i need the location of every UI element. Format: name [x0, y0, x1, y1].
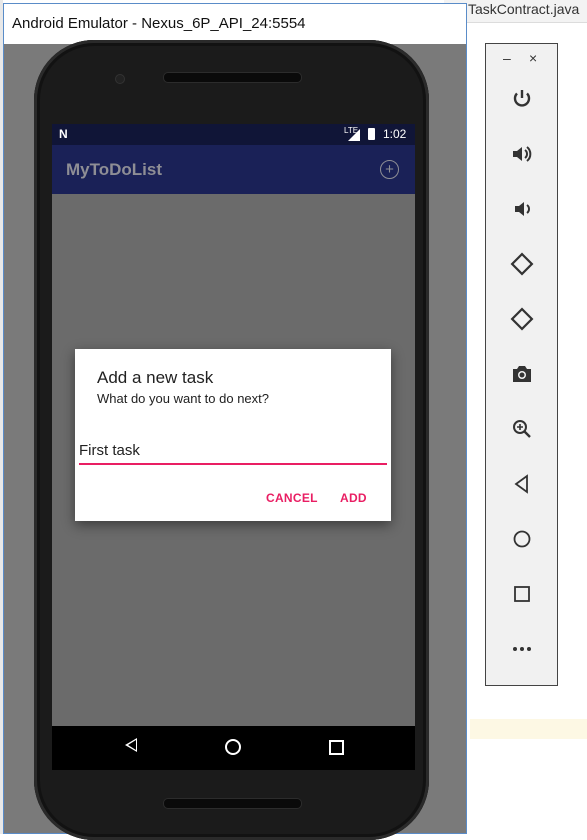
camera-icon[interactable]	[502, 356, 542, 392]
home-icon[interactable]	[502, 521, 542, 557]
rotate-right-icon[interactable]	[502, 301, 542, 337]
status-bar: N LTE 1:02	[52, 124, 415, 145]
notification-n-icon: N	[59, 127, 68, 141]
nav-back-icon[interactable]	[125, 738, 137, 752]
cancel-button[interactable]: CANCEL	[266, 491, 318, 505]
add-task-dialog: Add a new task What do you want to do ne…	[75, 349, 391, 521]
emulator-titlebar[interactable]: Android Emulator - Nexus_6P_API_24:5554	[4, 4, 466, 44]
more-icon[interactable]	[502, 631, 542, 667]
emulator-title: Android Emulator - Nexus_6P_API_24:5554	[12, 15, 306, 32]
status-time: 1:02	[383, 127, 407, 141]
volume-up-icon[interactable]	[502, 136, 542, 172]
app-bar: MyToDoList +	[52, 145, 415, 194]
power-icon[interactable]	[502, 81, 542, 117]
nav-recents-icon[interactable]	[329, 740, 344, 755]
navigation-bar	[52, 726, 415, 770]
ide-line-highlight	[470, 719, 587, 739]
task-input[interactable]	[79, 439, 387, 465]
dialog-message: What do you want to do next?	[97, 391, 269, 406]
dialog-title: Add a new task	[97, 368, 214, 387]
add-task-icon[interactable]: +	[380, 160, 399, 179]
battery-icon	[368, 128, 375, 140]
overview-icon[interactable]	[502, 576, 542, 612]
device-screen: N LTE 1:02 MyToDoList + Add a new task W…	[52, 124, 415, 770]
zoom-icon[interactable]	[502, 411, 542, 447]
rotate-left-icon[interactable]	[502, 246, 542, 282]
ide-tab-label: TaskContract.java	[468, 1, 580, 17]
front-camera-icon	[115, 74, 125, 84]
top-speaker	[163, 72, 302, 83]
volume-down-icon[interactable]	[502, 191, 542, 227]
bottom-speaker	[163, 798, 302, 809]
back-icon[interactable]	[502, 466, 542, 502]
toolbar-close-button[interactable]: ×	[529, 50, 537, 66]
signal-icon	[348, 129, 360, 141]
nav-home-icon[interactable]	[225, 739, 241, 755]
app-title: MyToDoList	[66, 160, 163, 179]
emulator-toolbar: – ×	[485, 43, 558, 686]
add-button[interactable]: ADD	[340, 491, 367, 505]
toolbar-minimize-button[interactable]: –	[503, 50, 511, 66]
